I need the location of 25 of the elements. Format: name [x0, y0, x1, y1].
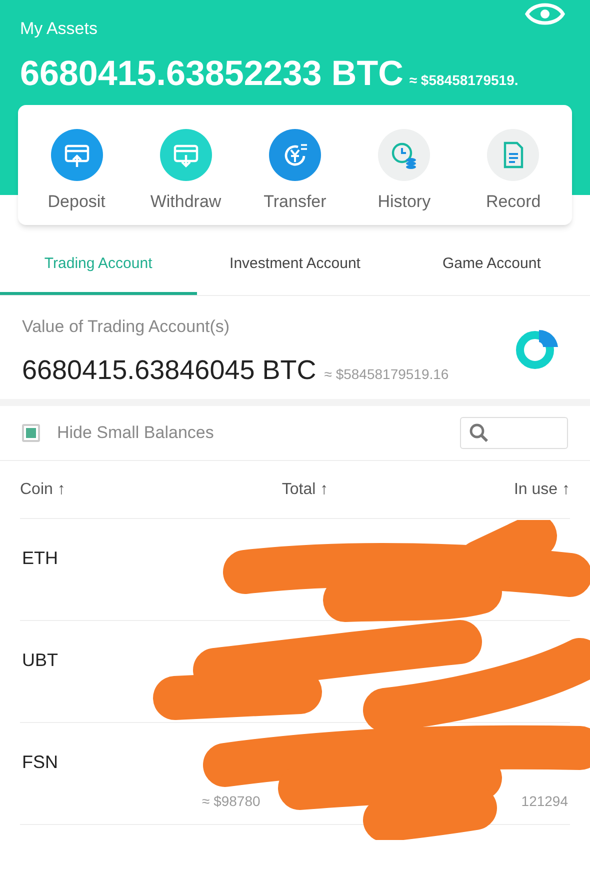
search-icon [469, 423, 489, 443]
action-button[interactable]: Record [463, 129, 564, 214]
column-header[interactable]: Total ↑ [203, 478, 387, 502]
total-balance: 6680415.63852233 BTC [20, 52, 404, 94]
column-header[interactable]: Coin ↑ [20, 478, 204, 502]
search-field[interactable] [460, 417, 568, 449]
usd-value: 121294 [521, 792, 568, 811]
account-tab[interactable]: Investment Account [196, 236, 394, 295]
page-title: My Assets [20, 18, 98, 40]
coin-name: ETH [22, 547, 58, 570]
coin-name: UBT [22, 649, 58, 672]
summary-label: Value of Trading Account(s) [22, 316, 231, 338]
usd-value: ≈ $98780 [202, 792, 260, 811]
column-header[interactable]: In use ↑ [386, 478, 570, 502]
account-balance: 6680415.63846045 BTC [22, 354, 316, 386]
checkbox[interactable] [22, 424, 40, 442]
action-button[interactable]: Deposit [26, 129, 127, 214]
checkbox-label: Hide Small Balances [57, 422, 214, 444]
usd-value: ≈ $58458179519.16 [324, 364, 449, 384]
action-button[interactable]: Transfer [244, 129, 345, 214]
action-button[interactable]: Withdraw [136, 129, 236, 214]
account-tab[interactable]: Game Account [393, 236, 590, 295]
usd-value: ≈ $58458179519. [409, 70, 518, 90]
action-button[interactable]: History [354, 129, 454, 214]
coin-name: FSN [22, 751, 58, 774]
